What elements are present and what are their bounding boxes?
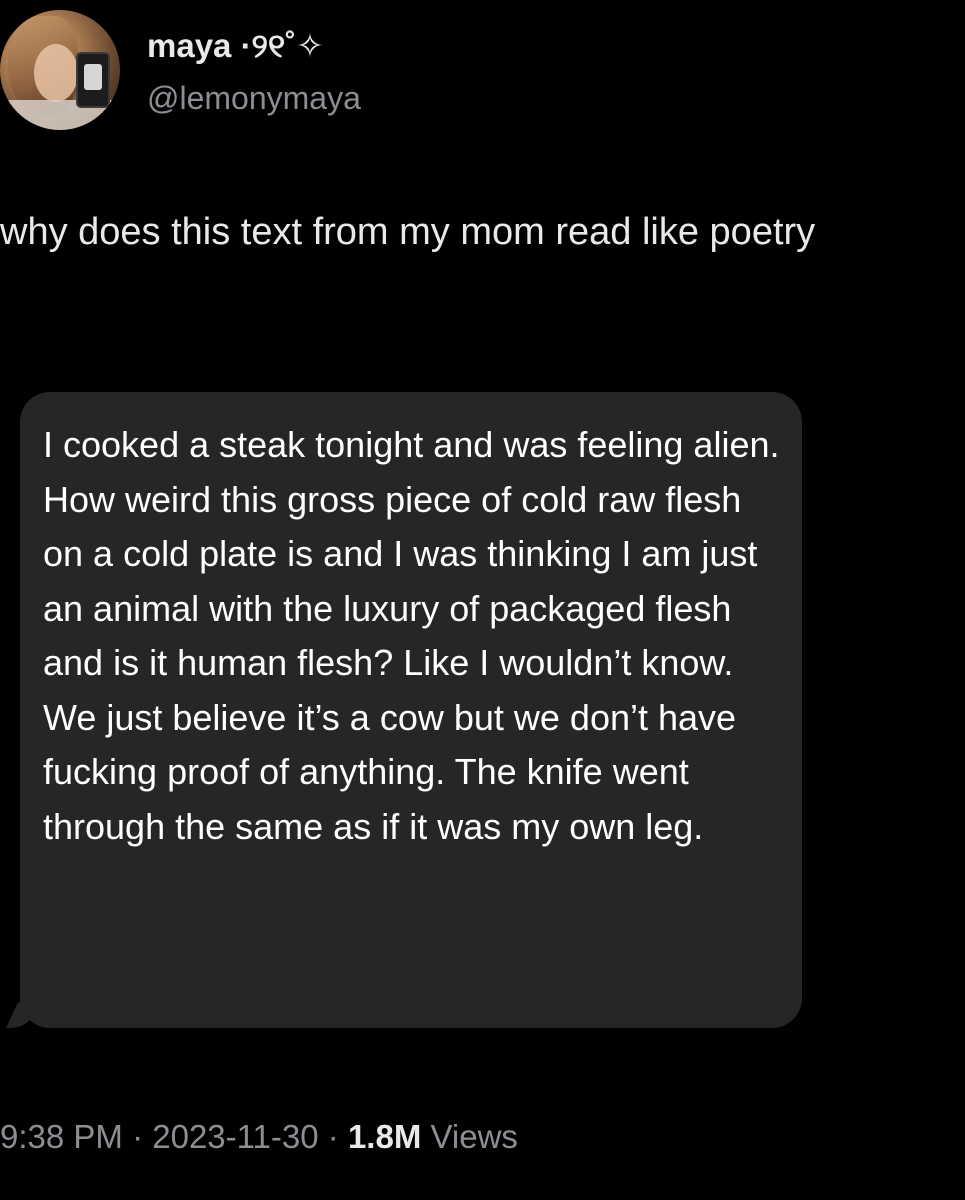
- message-screenshot[interactable]: I cooked a steak tonight and was feeling…: [6, 392, 802, 1028]
- tweet-meta: 9:38 PM · 2023-11-30 · 1.8M Views: [0, 1118, 518, 1156]
- display-name[interactable]: maya ·୨୧˚✧: [147, 26, 324, 66]
- message-text: I cooked a steak tonight and was feeling…: [43, 424, 780, 847]
- views-label: Views: [430, 1118, 518, 1155]
- tweet-date[interactable]: 2023-11-30: [152, 1118, 318, 1155]
- tweet-text: why does this text from my mom read like…: [0, 211, 816, 253]
- meta-separator: ·: [327, 1118, 339, 1155]
- user-handle[interactable]: @lemonymaya: [147, 80, 361, 117]
- avatar-face: [34, 44, 78, 102]
- tweet-time[interactable]: 9:38 PM: [0, 1118, 123, 1155]
- phone-icon: [76, 52, 110, 108]
- meta-separator: ·: [132, 1118, 144, 1155]
- avatar[interactable]: [0, 10, 120, 130]
- views-count: 1.8M: [347, 1118, 422, 1155]
